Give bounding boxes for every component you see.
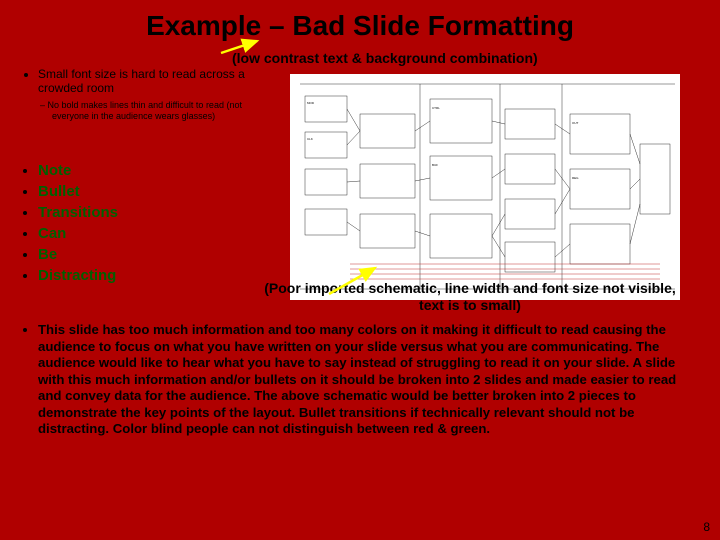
first-bullet-item: Small font size is hard to read across a… (38, 67, 270, 122)
schematic-image: MOD CLK CTRL BUF OUT REG (290, 74, 680, 300)
schematic-svg: MOD CLK CTRL BUF OUT REG (290, 74, 680, 300)
green-bullet-0: Note (38, 162, 118, 180)
schematic-caption: (Poor imported schematic, line width and… (260, 280, 680, 314)
svg-text:MOD: MOD (307, 101, 315, 105)
green-bullet-4: Be (38, 246, 118, 264)
paragraph-bullet: This slide has too much information and … (20, 322, 688, 438)
first-bullet-list: Small font size is hard to read across a… (20, 67, 270, 124)
sub-bullet-list: No bold makes lines thin and difficult t… (38, 95, 270, 122)
paragraph-text: This slide has too much information and … (38, 322, 688, 438)
green-bullet-list: Note Bullet Transitions Can Be Distracti… (20, 162, 118, 288)
svg-text:CTRL: CTRL (432, 106, 440, 110)
first-bullet-text: Small font size is hard to read across a… (38, 67, 245, 95)
svg-text:OUT: OUT (572, 121, 579, 125)
slide-title: Example – Bad Slide Formatting (0, 0, 720, 48)
green-bullet-2: Transitions (38, 204, 118, 222)
svg-text:REG: REG (572, 176, 579, 180)
green-bullet-1: Bullet (38, 183, 118, 201)
green-bullet-5: Distracting (38, 267, 118, 285)
svg-text:BUF: BUF (432, 163, 438, 167)
sub-bullet-item: No bold makes lines thin and difficult t… (52, 100, 270, 122)
subtitle-contrast-note: (low contrast text & background combinat… (232, 50, 538, 66)
svg-text:CLK: CLK (307, 137, 313, 141)
page-number: 8 (703, 520, 710, 534)
green-bullet-3: Can (38, 225, 118, 243)
